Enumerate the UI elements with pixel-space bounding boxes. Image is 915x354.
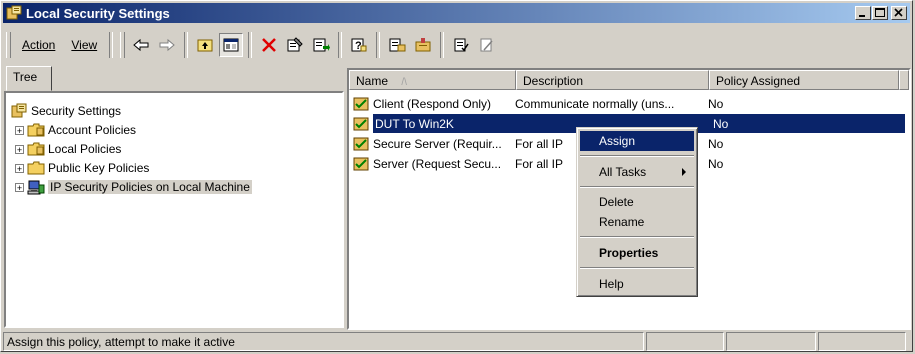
expand-icon[interactable]: + — [15, 182, 24, 192]
toolbar-separator — [376, 32, 381, 58]
table-row[interactable]: Client (Respond Only) Communicate normal… — [349, 94, 905, 113]
back-icon[interactable] — [129, 33, 153, 57]
ip-policy-icon — [353, 157, 369, 171]
tree-item-label: IP Security Policies on Local Machine — [48, 180, 252, 194]
policy-name: Secure Server (Requir... — [373, 136, 502, 151]
unassign-icon[interactable] — [475, 33, 499, 57]
tree-item-label: Public Key Policies — [48, 161, 150, 175]
folder-icon — [27, 160, 45, 176]
policy-folder-icon — [27, 122, 45, 138]
toolbar-grip[interactable] — [120, 32, 126, 58]
column-header-name[interactable]: Name /\ — [349, 70, 516, 90]
tree-item-label: Security Settings — [31, 104, 122, 118]
security-settings-icon — [6, 5, 22, 21]
policy-description: Communicate normally (uns... — [515, 96, 675, 111]
expand-icon[interactable]: + — [15, 163, 24, 173]
policy-name: Client (Respond Only) — [373, 96, 492, 111]
column-header-description[interactable]: Description — [516, 70, 709, 90]
menu-action[interactable]: Action — [14, 38, 63, 52]
ip-policy-icon — [353, 137, 369, 151]
column-header-policy-assigned[interactable]: Policy Assigned — [709, 70, 899, 90]
policy-folder-icon — [27, 141, 45, 157]
menu-item-all-tasks[interactable]: All Tasks — [580, 162, 694, 182]
submenu-arrow-icon — [682, 168, 686, 176]
context-menu: Assign All Tasks Delete Rename Propertie… — [576, 127, 698, 297]
help-icon[interactable]: ? — [347, 33, 371, 57]
status-text: Assign this policy, attempt to make it a… — [3, 332, 644, 351]
manage-filters-icon[interactable] — [411, 33, 435, 57]
sort-ascending-icon: /\ — [401, 77, 407, 88]
tree-item-label: Local Policies — [48, 142, 122, 156]
menu-item-rename[interactable]: Rename — [580, 212, 694, 232]
tree-item-local-policies[interactable]: + Local Policies — [15, 140, 121, 158]
menu-item-help[interactable]: Help — [580, 274, 694, 294]
expand-icon[interactable]: + — [15, 125, 24, 135]
column-header-filler — [899, 70, 909, 90]
tree-view[interactable]: Security Settings + Account Policies + L… — [4, 91, 344, 328]
ip-policy-icon — [353, 97, 369, 111]
forward-icon[interactable] — [155, 33, 179, 57]
ip-policy-icon — [353, 117, 369, 131]
policy-name: Server (Request Secu... — [373, 156, 502, 171]
toolbar-grip[interactable] — [6, 32, 11, 58]
add-filter-icon[interactable] — [385, 33, 409, 57]
status-pane — [818, 332, 906, 351]
policy-assigned: No — [708, 156, 724, 171]
expand-icon[interactable]: + — [15, 144, 24, 154]
ip-security-icon — [27, 179, 45, 195]
menu-separator — [580, 267, 694, 269]
maximize-button[interactable] — [872, 6, 888, 20]
toolbar-separator — [109, 32, 114, 58]
tree-item-account-policies[interactable]: + Account Policies — [15, 121, 136, 139]
security-settings-icon — [10, 103, 28, 119]
menu-view[interactable]: View — [63, 38, 105, 52]
menu-separator — [580, 186, 694, 188]
menu-separator — [580, 236, 694, 238]
tree-item-label: Account Policies — [48, 123, 137, 137]
title-bar[interactable]: Local Security Settings — [3, 3, 910, 23]
minimize-button[interactable] — [855, 6, 871, 20]
toolbar-separator — [440, 32, 445, 58]
close-button[interactable] — [891, 6, 907, 20]
toolbar: Action View ? — [3, 27, 910, 63]
tab-tree[interactable]: Tree — [6, 66, 52, 91]
status-pane — [726, 332, 816, 351]
tree-item-ip-security-policies[interactable]: + IP Security Policies on Local Machine — [15, 178, 252, 196]
tree-item-public-key-policies[interactable]: + Public Key Policies — [15, 159, 149, 177]
menu-separator — [580, 155, 694, 157]
list-header: Name /\ Description Policy Assigned — [349, 70, 909, 90]
up-level-icon[interactable] — [193, 33, 217, 57]
menu-item-properties[interactable]: Properties — [580, 243, 694, 263]
policy-assigned: No — [713, 116, 729, 131]
delete-icon[interactable] — [257, 33, 281, 57]
status-pane — [646, 332, 724, 351]
export-list-icon[interactable] — [309, 33, 333, 57]
status-bar: Assign this policy, attempt to make it a… — [3, 332, 910, 351]
toolbar-separator — [184, 32, 189, 58]
properties-icon[interactable] — [283, 33, 307, 57]
tree-item-security-settings[interactable]: Security Settings — [10, 102, 121, 120]
policy-assigned: No — [708, 136, 724, 151]
policy-assigned: No — [708, 96, 724, 111]
window-title: Local Security Settings — [26, 5, 170, 21]
toolbar-separator — [248, 32, 253, 58]
assign-icon[interactable] — [449, 33, 473, 57]
toolbar-separator — [338, 32, 343, 58]
menu-item-assign[interactable]: Assign — [580, 131, 694, 151]
tree-panel: Tree Security Settings + Account Policie… — [4, 66, 344, 328]
menu-item-delete[interactable]: Delete — [580, 192, 694, 212]
show-tree-icon[interactable] — [219, 33, 244, 57]
main-window: Local Security Settings Action View ? Tr… — [0, 0, 913, 352]
